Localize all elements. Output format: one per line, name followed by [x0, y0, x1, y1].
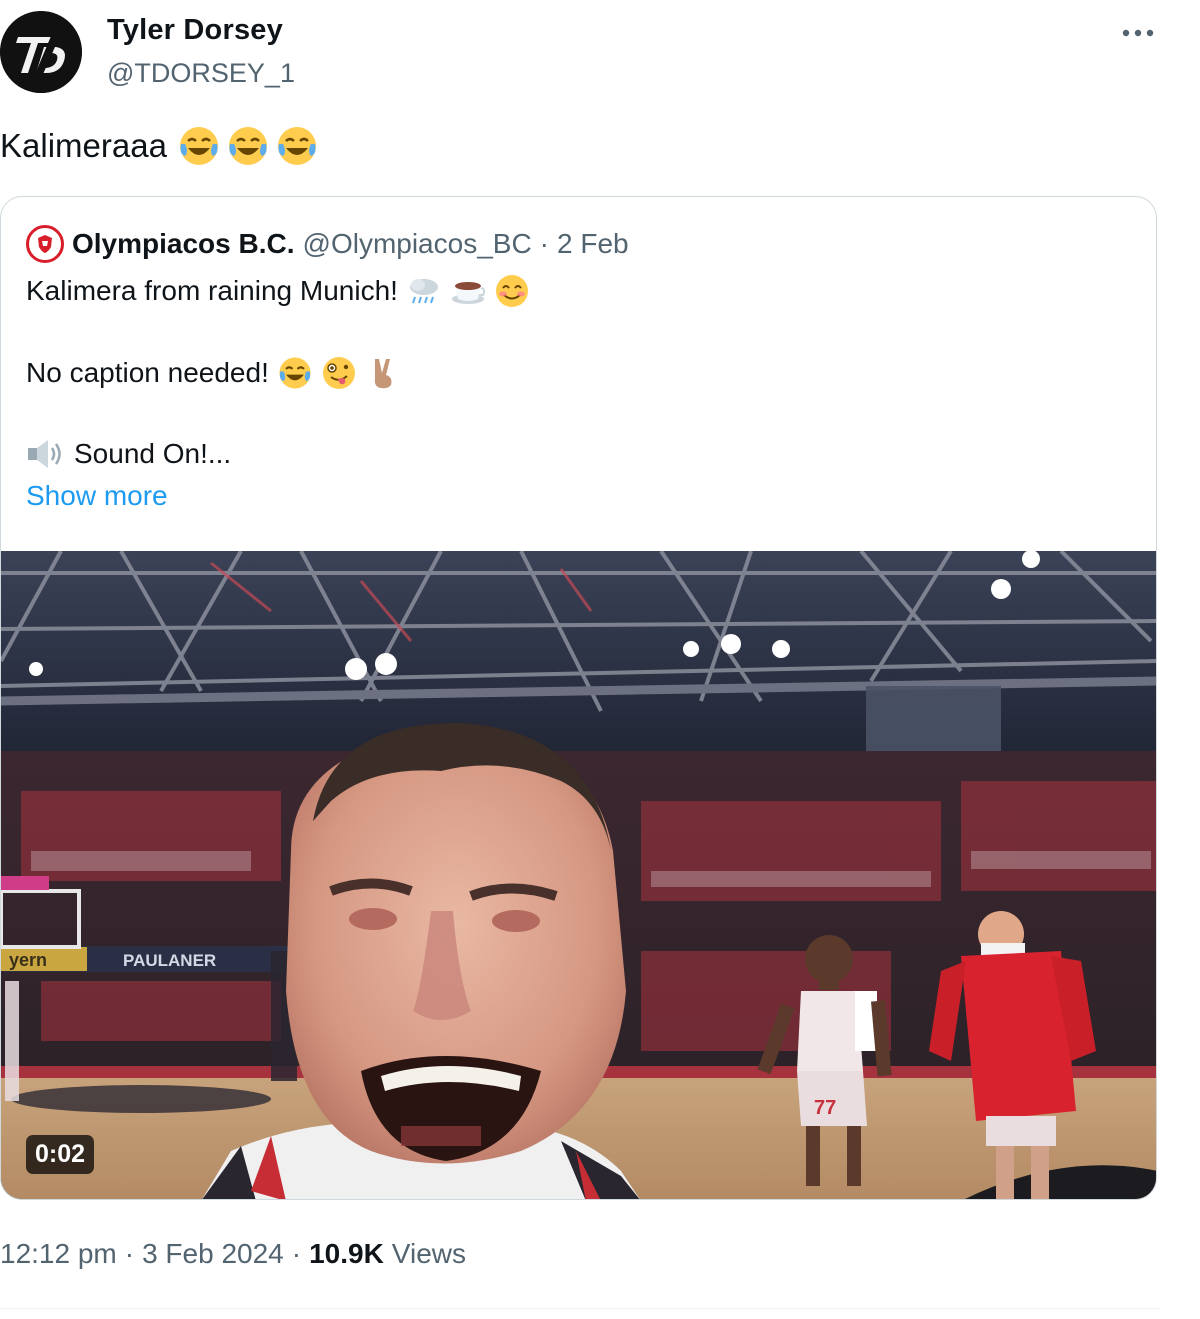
tweet-emojis — [177, 124, 319, 168]
footer-separator-2: · — [291, 1238, 302, 1269]
speaker-icon — [28, 440, 61, 468]
td-monogram-avatar-icon — [0, 11, 82, 93]
tweet-text: Kalimeraaa — [0, 124, 319, 168]
more-options-button[interactable] — [1118, 18, 1158, 48]
video-player[interactable]: yern PAULANER 77 0:02 — [1, 551, 1156, 1199]
tweet-metadata: 12:12 pm · 3 Feb 2024 · 10.9K Views — [0, 1238, 466, 1270]
victory-hand-emoji-icon — [374, 359, 392, 389]
header-separator: · — [539, 228, 549, 259]
quoted-text-line-1-content: Kalimera from raining Munich! — [26, 275, 398, 306]
quoted-text-line-2: No caption needed! — [26, 355, 401, 391]
author-avatar[interactable] — [0, 11, 82, 93]
quoted-tweet-date[interactable]: 2 Feb — [557, 228, 629, 260]
tears-of-joy-emoji-icon — [179, 127, 218, 165]
tears-of-joy-emoji-icon — [277, 127, 316, 165]
olympiacos-crest-icon — [38, 235, 52, 253]
author-name[interactable]: Tyler Dorsey — [107, 14, 283, 47]
tears-of-joy-emoji-icon — [279, 357, 311, 389]
hot-beverage-emoji-icon — [451, 282, 486, 304]
zany-face-emoji-icon — [322, 357, 355, 389]
quoted-text-line-3-content: Sound On!... — [74, 438, 232, 469]
quoted-text-line-2-content: No caption needed! — [26, 357, 269, 388]
bottom-divider — [0, 1308, 1160, 1309]
sponsor-text: PAULANER — [123, 951, 216, 970]
footer-separator-1: · — [124, 1238, 135, 1269]
jersey-number-text: 77 — [814, 1097, 836, 1119]
smiling-face-emoji-icon — [495, 275, 528, 307]
ellipsis-icon — [1122, 29, 1154, 37]
tweet-date[interactable]: 3 Feb 2024 — [142, 1238, 284, 1270]
show-more-link[interactable]: Show more — [26, 480, 168, 512]
tweet-time[interactable]: 12:12 pm — [0, 1238, 117, 1270]
quoted-tweet-header: Olympiacos B.C. @Olympiacos_BC · 2 Feb — [26, 225, 629, 263]
banner-text: yern — [9, 950, 47, 970]
views-count: 10.9K — [309, 1238, 384, 1269]
quoted-text-line-3: Sound On!... — [26, 437, 231, 471]
video-duration-badge: 0:02 — [26, 1135, 95, 1174]
quoted-author-name[interactable]: Olympiacos B.C. — [72, 228, 295, 260]
tweet-text-content: Kalimeraaa — [0, 127, 167, 164]
quoted-author-handle[interactable]: @Olympiacos_BC — [303, 228, 532, 260]
quoted-text-line-1: Kalimera from raining Munich! — [26, 273, 530, 309]
author-handle[interactable]: @TDORSEY_1 — [107, 58, 295, 89]
quoted-tweet-card[interactable]: Olympiacos B.C. @Olympiacos_BC · 2 Feb K… — [0, 196, 1157, 1200]
quoted-author-avatar[interactable] — [26, 225, 64, 263]
tears-of-joy-emoji-icon — [228, 127, 267, 165]
video-thumbnail: yern PAULANER 77 — [1, 551, 1156, 1199]
views-label: Views — [391, 1238, 466, 1269]
rain-cloud-emoji-icon — [409, 279, 438, 304]
